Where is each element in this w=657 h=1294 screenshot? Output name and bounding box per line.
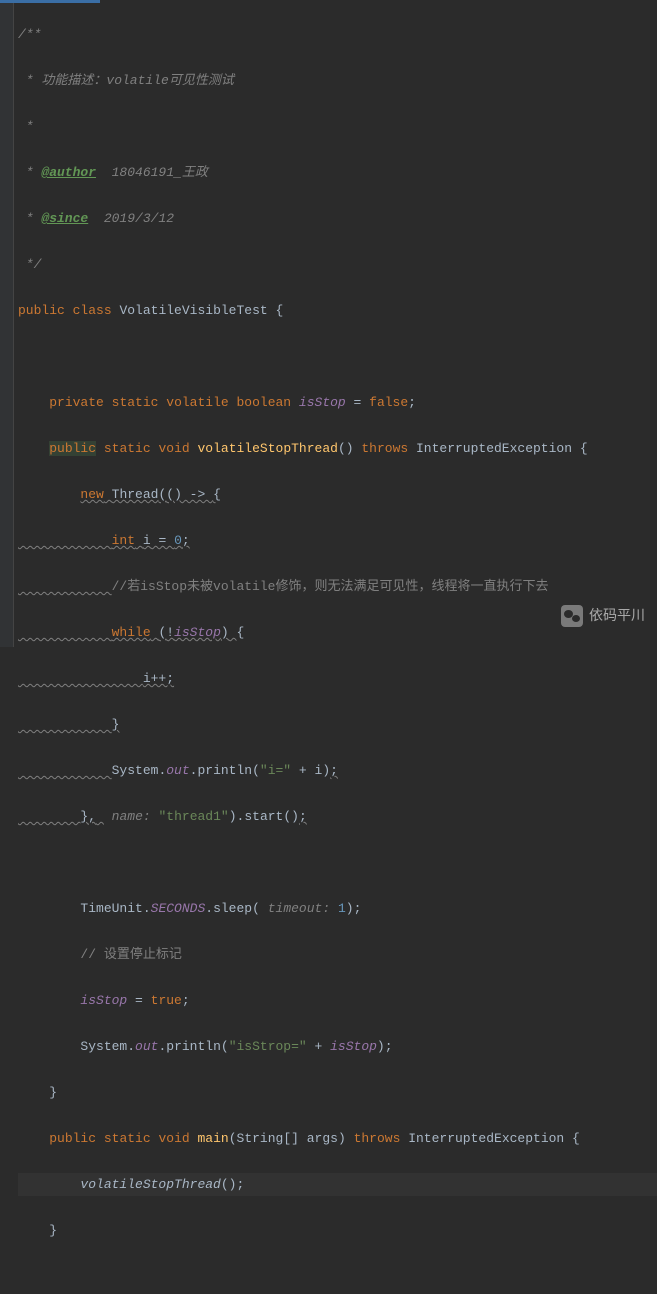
doc-blank: *: [18, 119, 34, 134]
while-close: }: [18, 713, 657, 736]
println-i: System.out.println("i=" + i);: [18, 759, 657, 782]
set-isStop: isStop = true;: [18, 989, 657, 1012]
watermark-text: 依码平川: [589, 604, 645, 627]
method1-close: }: [18, 1081, 657, 1104]
doc-since: * @since 2019/3/12: [18, 211, 174, 226]
println-isStop: System.out.println("isStrop=" + isStop);: [18, 1035, 657, 1058]
watermark: 依码平川: [561, 604, 645, 627]
doc-desc: * 功能描述：volatile可见性测试: [18, 73, 234, 88]
field-isStop: private static volatile boolean isStop =…: [18, 391, 657, 414]
cn-comment-2: // 设置停止标记: [18, 943, 657, 966]
sleep: TimeUnit.SECONDS.sleep( timeout: 1);: [18, 897, 657, 920]
cn-comment-1: //若isStop未被volatile修饰，则无法满足可见性，线程将一直执行下去: [18, 575, 657, 598]
call-volatileStopThread: volatileStopThread();: [18, 1173, 657, 1196]
wechat-icon: [561, 605, 583, 627]
doc-author: * @author 18046191_王政: [18, 165, 208, 180]
int-i: int i = 0;: [18, 529, 657, 552]
doc-open: /**: [18, 27, 41, 42]
doc-close: */: [18, 257, 41, 272]
code-area[interactable]: /** * 功能描述：volatile可见性测试 * * @author 180…: [14, 0, 657, 647]
new-thread: new Thread(() -> {: [18, 483, 657, 506]
gutter: [0, 0, 14, 647]
method-volatileStopThread: public static void volatileStopThread() …: [18, 437, 657, 460]
code-editor[interactable]: /** * 功能描述：volatile可见性测试 * * @author 180…: [0, 0, 657, 647]
main-close: }: [18, 1219, 657, 1242]
class-decl: public class VolatileVisibleTest {: [18, 299, 657, 322]
main-decl: public static void main(String[] args) t…: [18, 1127, 657, 1150]
ipp: i++;: [18, 667, 657, 690]
thread-start: }, name: "thread1").start();: [18, 805, 657, 828]
